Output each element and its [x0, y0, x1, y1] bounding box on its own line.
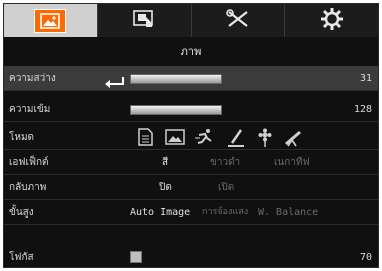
macro-icon[interactable] — [255, 128, 275, 148]
focus-row[interactable]: โฟกัส 70 — [4, 245, 378, 270]
effect-row[interactable]: เอฟเฟ็กต์ สี ขาวดำ เนกาทีฟ — [4, 150, 378, 175]
tab-display[interactable] — [98, 4, 192, 37]
brightness-value: 31 — [359, 73, 372, 84]
sketch-icon[interactable] — [226, 128, 246, 148]
picture-icon — [34, 8, 67, 33]
sport-icon[interactable] — [195, 128, 215, 148]
tools-icon — [225, 8, 251, 34]
advanced-option-exposure[interactable]: การจ้องแสง — [202, 200, 248, 225]
advanced-option-auto-image[interactable]: Auto Image — [130, 200, 190, 225]
flip-option-off[interactable]: ปิด — [159, 175, 172, 200]
contrast-row[interactable]: ความเข้ม 128 — [4, 97, 378, 122]
brightness-slider[interactable] — [130, 74, 222, 84]
flip-row[interactable]: กลับภาพ ปิด เปิด — [4, 175, 378, 200]
display-icon — [132, 9, 156, 33]
tab-settings[interactable] — [285, 4, 378, 37]
microscope-icon[interactable] — [283, 128, 303, 148]
enter-icon — [105, 73, 125, 92]
effect-option-bw[interactable]: ขาวดำ — [210, 150, 240, 175]
contrast-label: ความเข้ม — [9, 104, 51, 115]
flip-label: กลับภาพ — [9, 182, 47, 193]
tab-tools[interactable] — [192, 4, 286, 37]
mode-row[interactable]: โหมด — [4, 125, 378, 150]
effect-option-negative[interactable]: เนกาทีฟ — [274, 150, 310, 175]
brightness-label: ความสว่าง — [9, 73, 56, 84]
top-tab-bar — [4, 4, 378, 37]
gear-icon — [320, 7, 344, 35]
advanced-option-white-balance[interactable]: W. Balance — [258, 200, 318, 225]
mode-label: โหมด — [9, 132, 35, 143]
advanced-row[interactable]: ขั้นสูง Auto Image การจ้องแสง W. Balance — [4, 200, 378, 225]
tab-picture[interactable] — [4, 4, 98, 37]
page-title: ภาพ — [180, 45, 202, 58]
focus-label: โฟกัส — [9, 252, 34, 263]
flip-option-on[interactable]: เปิด — [218, 175, 234, 200]
osd-menu: ภาพ ความสว่าง 31 ความเข้ม 128 โหมด เอฟเฟ… — [3, 3, 379, 268]
document-icon[interactable] — [136, 128, 156, 148]
brightness-row[interactable]: ความสว่าง 31 — [4, 66, 378, 91]
effect-label: เอฟเฟ็กต์ — [9, 157, 49, 168]
focus-value: 70 — [359, 252, 372, 263]
contrast-value: 128 — [353, 104, 372, 115]
contrast-slider[interactable] — [130, 105, 222, 115]
advanced-label: ขั้นสูง — [9, 207, 34, 218]
effect-option-color[interactable]: สี — [162, 150, 168, 175]
focus-slider-handle[interactable] — [130, 251, 142, 263]
picture-icon[interactable] — [165, 128, 185, 148]
